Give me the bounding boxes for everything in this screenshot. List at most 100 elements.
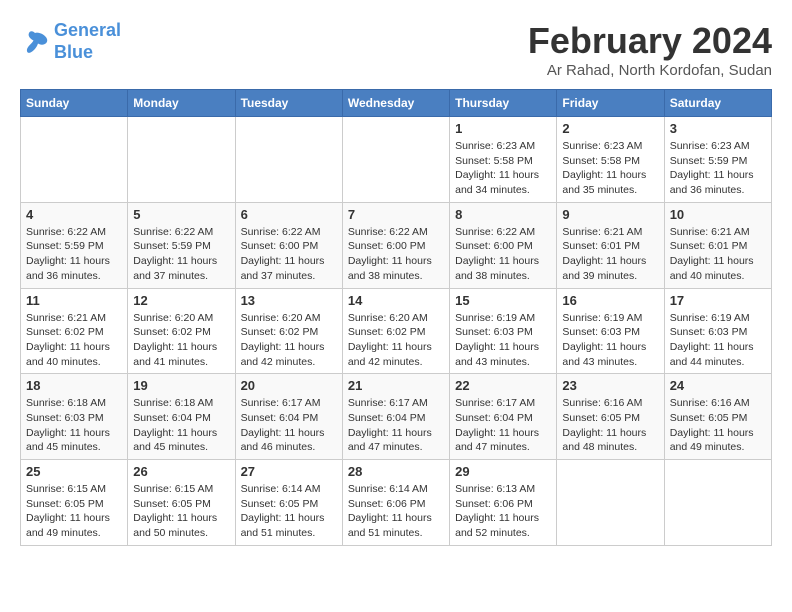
day-number: 11: [26, 293, 122, 308]
calendar-cell: 16 Sunrise: 6:19 AM Sunset: 6:03 PM Dayli…: [557, 288, 664, 374]
logo-text: General Blue: [54, 20, 121, 63]
page-header: General Blue February 2024 Ar Rahad, Nor…: [20, 20, 772, 79]
day-number: 3: [670, 121, 766, 136]
day-info: Sunrise: 6:15 AM Sunset: 6:05 PM Dayligh…: [26, 482, 122, 541]
calendar-cell: [235, 117, 342, 203]
calendar-cell: [664, 460, 771, 546]
day-info: Sunrise: 6:22 AM Sunset: 6:00 PM Dayligh…: [241, 225, 337, 284]
logo: General Blue: [20, 20, 121, 63]
calendar-cell: 2Sunrise: 6:23 AM Sunset: 5:58 PM Daylig…: [557, 117, 664, 203]
day-number: 9: [562, 207, 658, 222]
calendar-cell: 18Sunrise: 6:18 AM Sunset: 6:03 PM Dayli…: [21, 374, 128, 460]
day-number: 10: [670, 207, 766, 222]
week-row-4: 18Sunrise: 6:18 AM Sunset: 6:03 PM Dayli…: [21, 374, 772, 460]
calendar-cell: 28 Sunrise: 6:14 AM Sunset: 6:06 PM Dayli…: [342, 460, 449, 546]
day-info: Sunrise: 6:16 AM Sunset: 6:05 PM Dayligh…: [670, 396, 766, 455]
week-row-3: 11 Sunrise: 6:21 AM Sunset: 6:02 PM Dayli…: [21, 288, 772, 374]
calendar-cell: 5Sunrise: 6:22 AM Sunset: 5:59 PM Daylig…: [128, 202, 235, 288]
day-number: 24: [670, 378, 766, 393]
day-info: Sunrise: 6:22 AM Sunset: 5:59 PM Dayligh…: [26, 225, 122, 284]
day-number: 5: [133, 207, 229, 222]
calendar-table: SundayMondayTuesdayWednesdayThursdayFrid…: [20, 89, 772, 546]
calendar-cell: [342, 117, 449, 203]
header-wednesday: Wednesday: [342, 90, 449, 117]
day-number: 26: [133, 464, 229, 479]
month-title: February 2024: [528, 20, 772, 62]
day-info: Sunrise: 6:16 AM Sunset: 6:05 PM Dayligh…: [562, 396, 658, 455]
calendar-cell: 25 Sunrise: 6:15 AM Sunset: 6:05 PM Dayli…: [21, 460, 128, 546]
day-info: Sunrise: 6:20 AM Sunset: 6:02 PM Dayligh…: [241, 311, 337, 370]
week-row-5: 25 Sunrise: 6:15 AM Sunset: 6:05 PM Dayli…: [21, 460, 772, 546]
day-info: Sunrise: 6:17 AM Sunset: 6:04 PM Dayligh…: [348, 396, 444, 455]
calendar-cell: 21 Sunrise: 6:17 AM Sunset: 6:04 PM Dayli…: [342, 374, 449, 460]
day-info: Sunrise: 6:18 AM Sunset: 6:04 PM Dayligh…: [133, 396, 229, 455]
day-info: Sunrise: 6:21 AM Sunset: 6:01 PM Dayligh…: [562, 225, 658, 284]
header-friday: Friday: [557, 90, 664, 117]
calendar-cell: 19 Sunrise: 6:18 AM Sunset: 6:04 PM Dayli…: [128, 374, 235, 460]
day-number: 4: [26, 207, 122, 222]
day-number: 29: [455, 464, 551, 479]
day-number: 27: [241, 464, 337, 479]
calendar-cell: 13 Sunrise: 6:20 AM Sunset: 6:02 PM Dayli…: [235, 288, 342, 374]
calendar-cell: 26 Sunrise: 6:15 AM Sunset: 6:05 PM Dayli…: [128, 460, 235, 546]
day-info: Sunrise: 6:22 AM Sunset: 6:00 PM Dayligh…: [455, 225, 551, 284]
calendar-cell: 27 Sunrise: 6:14 AM Sunset: 6:05 PM Dayli…: [235, 460, 342, 546]
day-info: Sunrise: 6:19 AM Sunset: 6:03 PM Dayligh…: [562, 311, 658, 370]
calendar-cell: 20 Sunrise: 6:17 AM Sunset: 6:04 PM Dayli…: [235, 374, 342, 460]
day-number: 7: [348, 207, 444, 222]
calendar-header-row: SundayMondayTuesdayWednesdayThursdayFrid…: [21, 90, 772, 117]
day-info: Sunrise: 6:13 AM Sunset: 6:06 PM Dayligh…: [455, 482, 551, 541]
day-number: 20: [241, 378, 337, 393]
calendar-cell: 23 Sunrise: 6:16 AM Sunset: 6:05 PM Dayli…: [557, 374, 664, 460]
day-info: Sunrise: 6:14 AM Sunset: 6:05 PM Dayligh…: [241, 482, 337, 541]
calendar-cell: 11 Sunrise: 6:21 AM Sunset: 6:02 PM Dayli…: [21, 288, 128, 374]
header-saturday: Saturday: [664, 90, 771, 117]
day-number: 28: [348, 464, 444, 479]
day-info: Sunrise: 6:18 AM Sunset: 6:03 PM Dayligh…: [26, 396, 122, 455]
day-info: Sunrise: 6:20 AM Sunset: 6:02 PM Dayligh…: [348, 311, 444, 370]
location-subtitle: Ar Rahad, North Kordofan, Sudan: [528, 62, 772, 79]
day-number: 19: [133, 378, 229, 393]
day-info: Sunrise: 6:23 AM Sunset: 5:58 PM Dayligh…: [562, 139, 658, 198]
day-info: Sunrise: 6:17 AM Sunset: 6:04 PM Dayligh…: [455, 396, 551, 455]
day-number: 13: [241, 293, 337, 308]
calendar-cell: 24 Sunrise: 6:16 AM Sunset: 6:05 PM Dayli…: [664, 374, 771, 460]
day-info: Sunrise: 6:19 AM Sunset: 6:03 PM Dayligh…: [670, 311, 766, 370]
day-info: Sunrise: 6:20 AM Sunset: 6:02 PM Dayligh…: [133, 311, 229, 370]
day-info: Sunrise: 6:14 AM Sunset: 6:06 PM Dayligh…: [348, 482, 444, 541]
calendar-cell: 9 Sunrise: 6:21 AM Sunset: 6:01 PM Daylig…: [557, 202, 664, 288]
day-number: 23: [562, 378, 658, 393]
week-row-2: 4 Sunrise: 6:22 AM Sunset: 5:59 PM Daylig…: [21, 202, 772, 288]
day-info: Sunrise: 6:22 AM Sunset: 6:00 PM Dayligh…: [348, 225, 444, 284]
calendar-cell: 3 Sunrise: 6:23 AM Sunset: 5:59 PM Daylig…: [664, 117, 771, 203]
calendar-cell: 4 Sunrise: 6:22 AM Sunset: 5:59 PM Daylig…: [21, 202, 128, 288]
day-number: 12: [133, 293, 229, 308]
day-number: 22: [455, 378, 551, 393]
week-row-1: 1 Sunrise: 6:23 AM Sunset: 5:58 PM Daylig…: [21, 117, 772, 203]
day-number: 16: [562, 293, 658, 308]
calendar-cell: 12 Sunrise: 6:20 AM Sunset: 6:02 PM Dayli…: [128, 288, 235, 374]
calendar-cell: [21, 117, 128, 203]
calendar-cell: [128, 117, 235, 203]
day-number: 14: [348, 293, 444, 308]
header-tuesday: Tuesday: [235, 90, 342, 117]
calendar-cell: 17 Sunrise: 6:19 AM Sunset: 6:03 PM Dayli…: [664, 288, 771, 374]
day-number: 17: [670, 293, 766, 308]
day-number: 1: [455, 121, 551, 136]
header-monday: Monday: [128, 90, 235, 117]
day-info: Sunrise: 6:15 AM Sunset: 6:05 PM Dayligh…: [133, 482, 229, 541]
calendar-cell: 22 Sunrise: 6:17 AM Sunset: 6:04 PM Dayli…: [450, 374, 557, 460]
calendar-cell: 8 Sunrise: 6:22 AM Sunset: 6:00 PM Daylig…: [450, 202, 557, 288]
day-number: 15: [455, 293, 551, 308]
day-number: 21: [348, 378, 444, 393]
day-info: Sunrise: 6:17 AM Sunset: 6:04 PM Dayligh…: [241, 396, 337, 455]
day-number: 25: [26, 464, 122, 479]
day-info: Sunrise: 6:21 AM Sunset: 6:02 PM Dayligh…: [26, 311, 122, 370]
day-number: 6: [241, 207, 337, 222]
day-info: Sunrise: 6:23 AM Sunset: 5:59 PM Dayligh…: [670, 139, 766, 198]
calendar-cell: 6 Sunrise: 6:22 AM Sunset: 6:00 PM Daylig…: [235, 202, 342, 288]
calendar-cell: 7 Sunrise: 6:22 AM Sunset: 6:00 PM Daylig…: [342, 202, 449, 288]
calendar-cell: 10 Sunrise: 6:21 AM Sunset: 6:01 PM Dayli…: [664, 202, 771, 288]
day-number: 8: [455, 207, 551, 222]
day-info: Sunrise: 6:21 AM Sunset: 6:01 PM Dayligh…: [670, 225, 766, 284]
